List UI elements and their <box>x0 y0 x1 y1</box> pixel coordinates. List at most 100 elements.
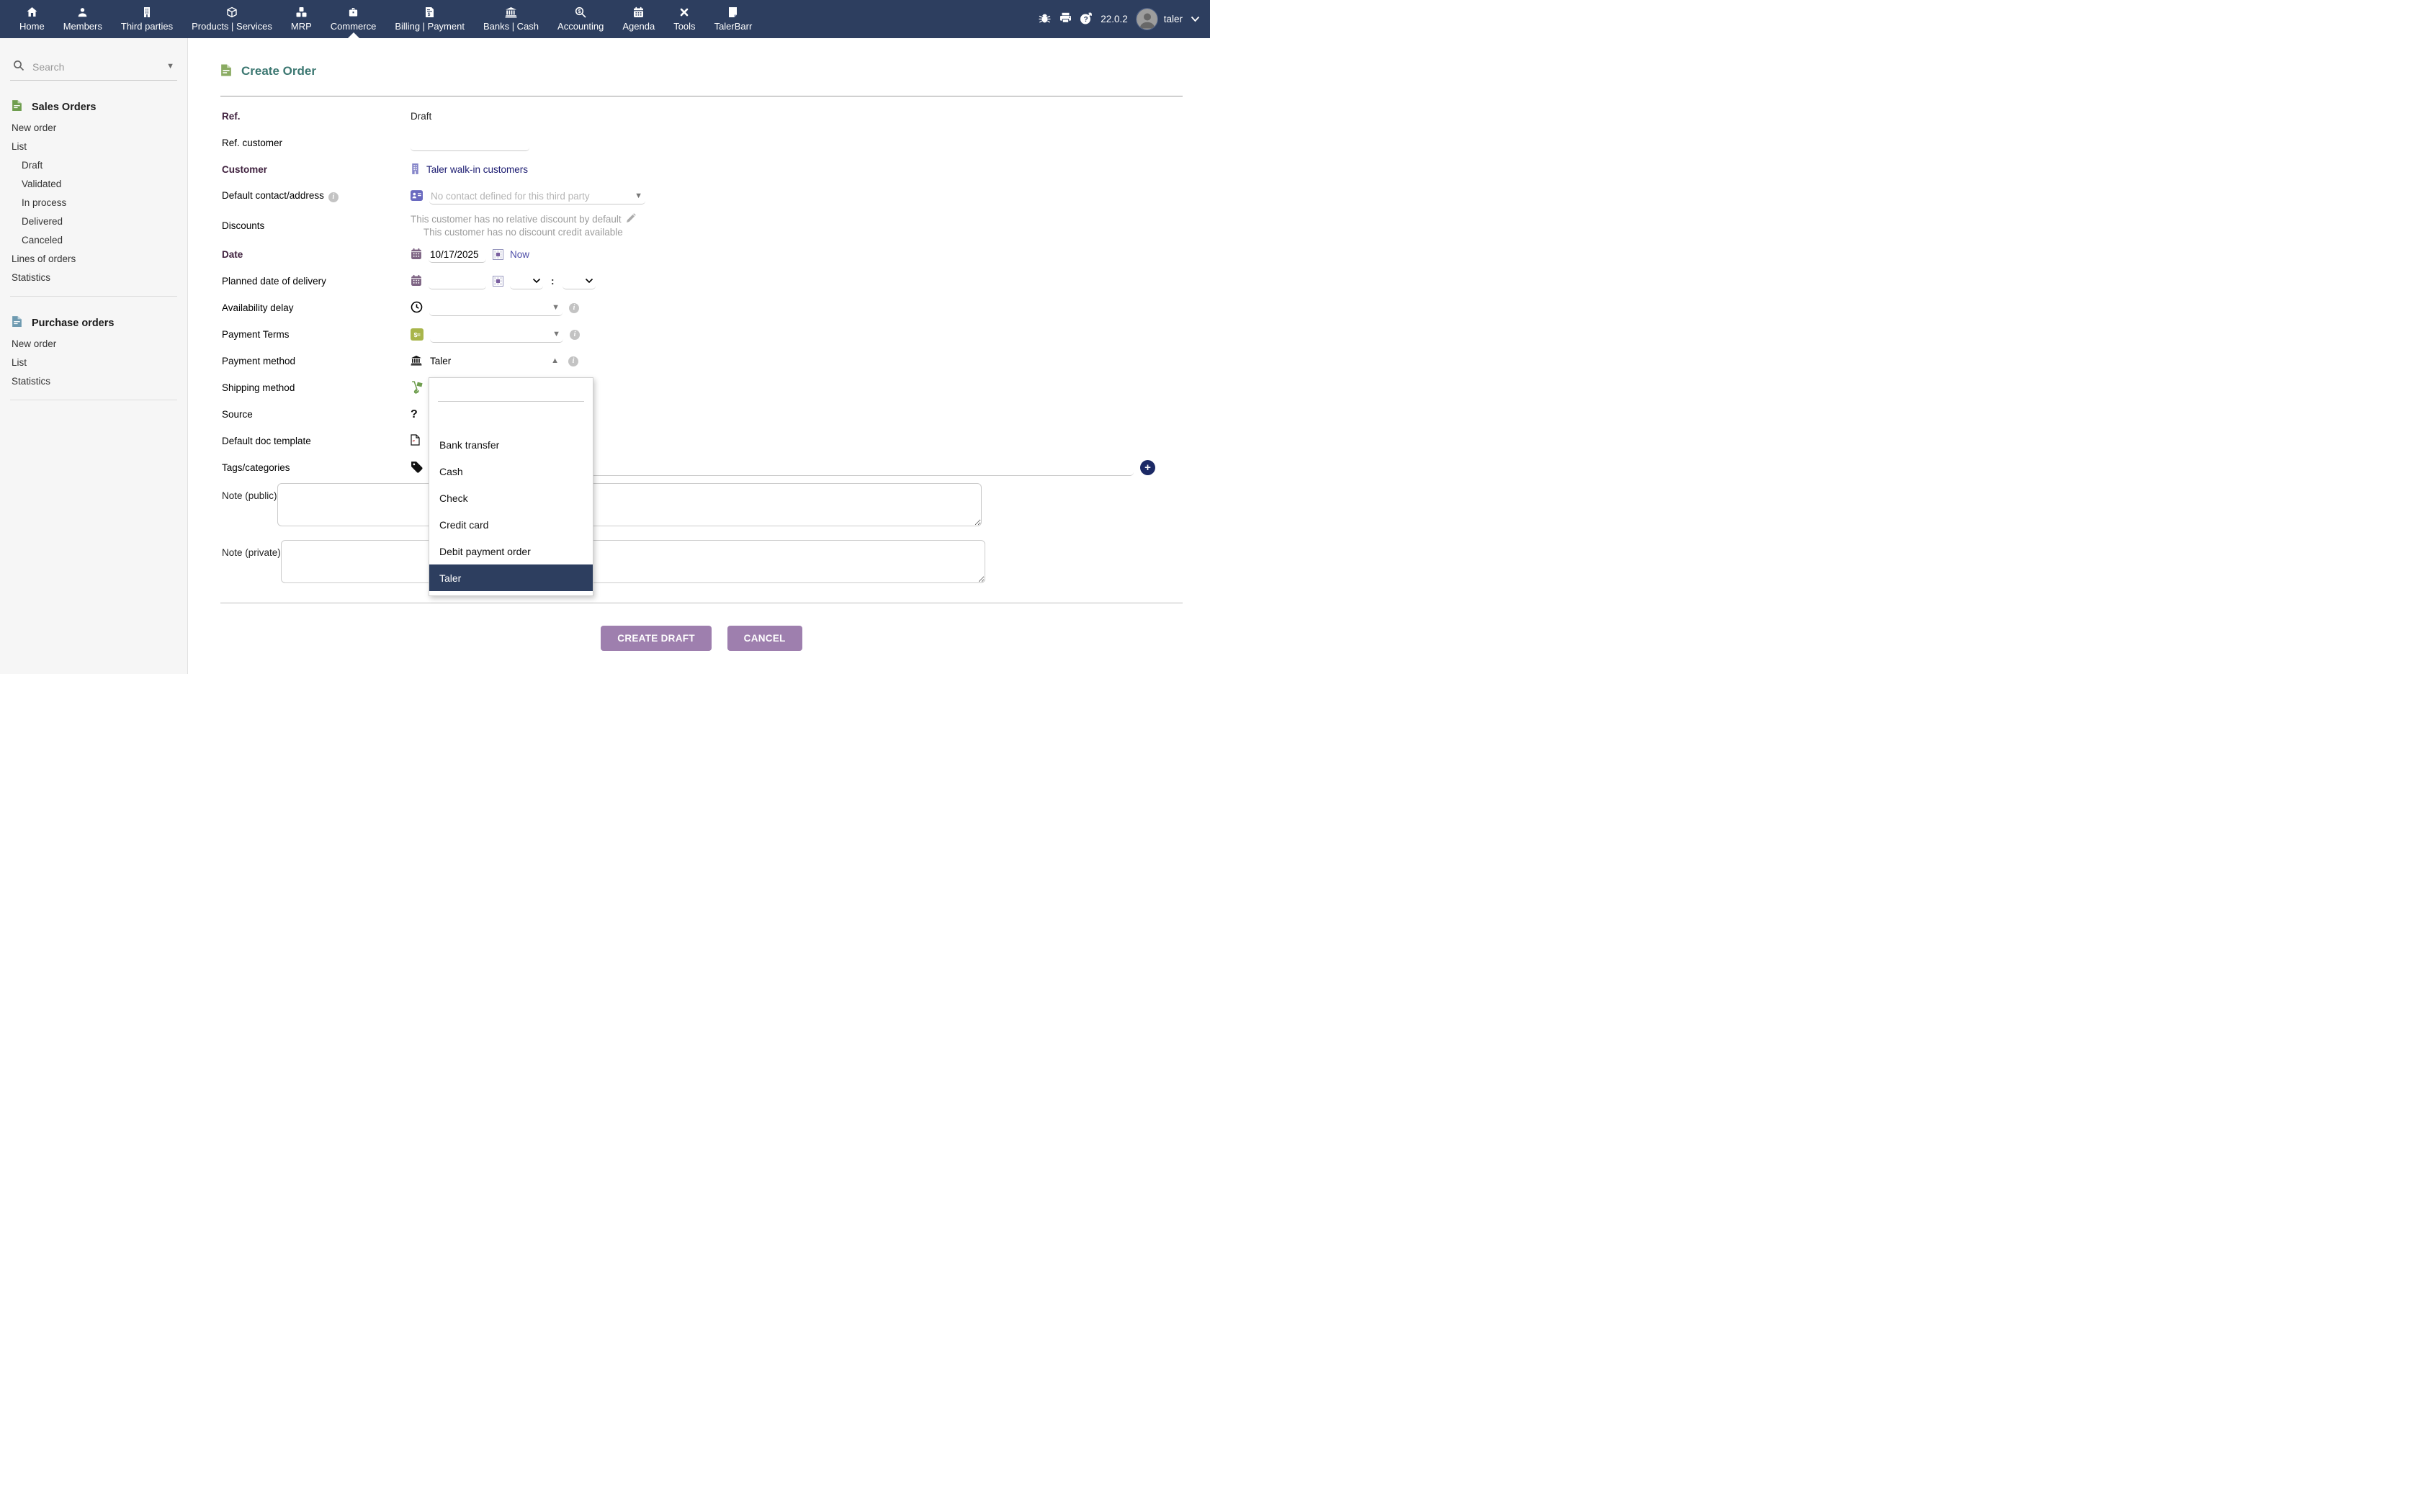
contact-placeholder: No contact defined for this third party <box>431 191 590 202</box>
section-title: Purchase orders <box>32 318 114 329</box>
payment-terms-select[interactable]: ▼ <box>430 327 563 343</box>
source-label: Source <box>222 409 411 420</box>
delivery-date-input[interactable] <box>429 274 486 289</box>
discount-line1: This customer has no relative discount b… <box>411 214 622 225</box>
sales-doc-icon <box>12 99 22 114</box>
customer-row: Customer Taler walk-in customers <box>222 156 1210 183</box>
date-input[interactable] <box>429 247 486 263</box>
sidebar-item-validated[interactable]: Validated <box>0 175 187 194</box>
dropdown-option-check[interactable]: Check <box>429 485 593 511</box>
sales-orders-section: Sales Orders New order List Draft Valida… <box>0 98 187 287</box>
add-tag-button[interactable]: + <box>1140 460 1155 475</box>
sidebar-item-po-list[interactable]: List <box>0 354 187 372</box>
nav-agenda[interactable]: Agenda <box>613 0 664 38</box>
availability-select[interactable]: ▼ <box>429 300 563 316</box>
sidebar-item-draft[interactable]: Draft <box>0 156 187 175</box>
note-private-row: Note (private) <box>222 540 1210 583</box>
dropdown-option-credit-card[interactable]: Credit card <box>429 511 593 538</box>
ref-customer-row: Ref. customer <box>222 130 1210 156</box>
note-public-textarea[interactable] <box>277 483 982 526</box>
chevron-down-icon: ▼ <box>552 304 560 312</box>
nav-label: Third parties <box>121 21 173 32</box>
doc-template-row: Default doc template ᴾ <box>222 428 1210 454</box>
sidebar-item-po-statistics[interactable]: Statistics <box>0 372 187 391</box>
money-check-icon: $= <box>411 328 424 341</box>
note-private-textarea[interactable] <box>281 540 985 583</box>
dropdown-search-input[interactable] <box>438 385 584 397</box>
dropdown-option-cash[interactable]: Cash <box>429 458 593 485</box>
purchase-orders-section: Purchase orders New order List Statistic… <box>0 314 187 391</box>
nav-talerbarr[interactable]: TalerBarr <box>705 0 762 38</box>
delivery-minute-select[interactable] <box>563 274 596 289</box>
search-caret-icon[interactable]: ▼ <box>166 63 174 71</box>
bug-icon[interactable] <box>1038 12 1052 26</box>
username-label[interactable]: taler <box>1164 14 1183 24</box>
discount-line2: This customer has no discount credit ava… <box>424 227 623 238</box>
availability-label: Availability delay <box>222 302 411 313</box>
bank-icon <box>505 6 517 19</box>
nav-commerce[interactable]: Commerce <box>321 0 386 38</box>
dropdown-option-debit-payment-order[interactable]: Debit payment order <box>429 538 593 564</box>
ref-customer-input[interactable] <box>411 135 529 151</box>
availability-row: Availability delay ▼ i <box>222 294 1210 321</box>
main-content: Create Order Ref. Draft Ref. customer Cu… <box>188 38 1210 756</box>
info-icon[interactable]: i <box>568 356 578 366</box>
payment-method-row: Payment method Taler ▲ i <box>222 348 1210 374</box>
sidebar-item-lines-of-orders[interactable]: Lines of orders <box>0 250 187 269</box>
info-icon[interactable]: i <box>328 192 339 202</box>
cancel-button[interactable]: CANCEL <box>727 626 802 651</box>
nav-members[interactable]: Members <box>54 0 112 38</box>
dropdown-option-bank-transfer[interactable]: Bank transfer <box>429 431 593 458</box>
create-draft-button[interactable]: CREATE DRAFT <box>601 626 712 651</box>
nav-tools[interactable]: Tools <box>664 0 704 38</box>
help-icon[interactable]: ? <box>1080 12 1093 27</box>
pdf-file-icon: ᴾ <box>411 434 420 448</box>
chevron-down-icon[interactable] <box>1191 14 1200 24</box>
question-mark-icon: ? <box>411 408 418 421</box>
search-input[interactable] <box>31 60 166 73</box>
nav-third-parties[interactable]: Third parties <box>112 0 182 38</box>
sidebar-item-po-new-order[interactable]: New order <box>0 335 187 354</box>
calendar-picker-button[interactable] <box>493 249 503 260</box>
contact-select[interactable]: No contact defined for this third party … <box>429 189 645 204</box>
dropdown-option-taler-selected[interactable]: Taler <box>429 564 593 591</box>
sidebar-divider <box>10 296 177 297</box>
purchase-orders-header[interactable]: Purchase orders <box>0 314 187 335</box>
tags-row: Tags/categories + <box>222 454 1210 481</box>
sidebar-item-new-order[interactable]: New order <box>0 119 187 138</box>
shipping-method-row: Shipping method <box>222 374 1210 401</box>
info-icon[interactable]: i <box>570 330 580 340</box>
sidebar-item-list[interactable]: List <box>0 138 187 156</box>
sales-orders-header[interactable]: Sales Orders <box>0 98 187 119</box>
info-icon[interactable]: i <box>569 303 579 313</box>
sidebar-item-canceled[interactable]: Canceled <box>0 231 187 250</box>
nav-home[interactable]: Home <box>10 0 54 38</box>
nav-label: Agenda <box>622 21 655 32</box>
payment-method-select[interactable]: Taler ▲ <box>429 356 562 366</box>
sidebar-item-in-process[interactable]: In process <box>0 194 187 212</box>
dropdown-option-empty[interactable] <box>429 402 593 431</box>
chevron-up-icon: ▲ <box>551 357 559 365</box>
nav-label: Tools <box>673 21 695 32</box>
sidebar-item-statistics[interactable]: Statistics <box>0 269 187 287</box>
date-row: Date Now <box>222 241 1210 268</box>
nav-billing-payment[interactable]: $ Billing | Payment <box>385 0 474 38</box>
sidebar-item-delivered[interactable]: Delivered <box>0 212 187 231</box>
nav-label: Accounting <box>557 21 604 32</box>
nav-accounting[interactable]: $ Accounting <box>548 0 613 38</box>
calendar-picker-button[interactable] <box>493 276 503 287</box>
nav-mrp[interactable]: MRP <box>282 0 321 38</box>
edit-pencil-icon[interactable] <box>626 213 636 225</box>
invoice-icon: $ <box>425 6 434 19</box>
now-link[interactable]: Now <box>510 249 529 260</box>
delivery-hour-select[interactable] <box>510 274 543 289</box>
svg-text:$: $ <box>428 12 431 17</box>
avatar[interactable] <box>1136 8 1158 30</box>
sidebar-search: ▼ <box>10 60 177 81</box>
print-icon[interactable] <box>1059 12 1072 26</box>
customer-link[interactable]: Taler walk-in customers <box>426 164 528 175</box>
nav-banks-cash[interactable]: Banks | Cash <box>474 0 548 38</box>
nav-products-services[interactable]: Products | Services <box>182 0 282 38</box>
nav-label: Banks | Cash <box>483 21 539 32</box>
contact-label: Default contact/addressi <box>222 190 411 202</box>
